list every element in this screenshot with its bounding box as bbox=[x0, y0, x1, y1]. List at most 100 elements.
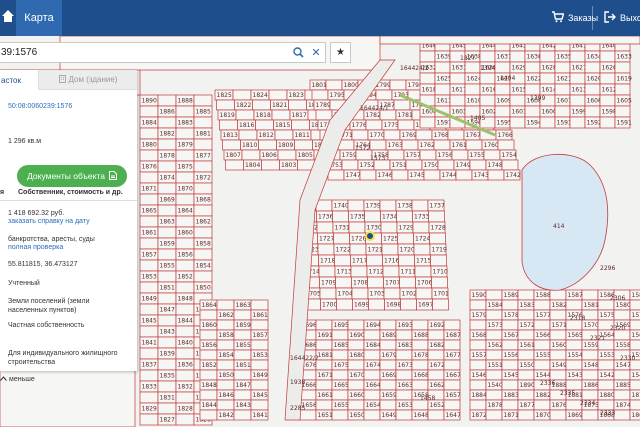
parcel[interactable] bbox=[175, 281, 195, 294]
parcel[interactable] bbox=[432, 298, 449, 311]
parcel[interactable] bbox=[233, 329, 252, 341]
parcel[interactable] bbox=[157, 336, 177, 349]
parcel[interactable] bbox=[581, 369, 599, 381]
parcel[interactable] bbox=[331, 329, 349, 341]
parcel[interactable] bbox=[216, 99, 235, 111]
parcel[interactable] bbox=[524, 61, 541, 74]
parcel[interactable] bbox=[395, 389, 413, 401]
parcel[interactable] bbox=[613, 389, 631, 401]
cadastral-number[interactable]: 50:08:0060239:1576 bbox=[8, 102, 72, 111]
parcel[interactable] bbox=[629, 379, 640, 391]
parcel[interactable] bbox=[397, 232, 414, 245]
parcel[interactable] bbox=[389, 79, 407, 91]
parcel[interactable] bbox=[485, 369, 503, 381]
parcel[interactable] bbox=[494, 105, 511, 118]
parcel[interactable] bbox=[565, 339, 583, 351]
parcel[interactable] bbox=[347, 339, 365, 351]
parcel[interactable] bbox=[193, 160, 213, 173]
parcel[interactable] bbox=[395, 329, 413, 341]
parcel[interactable] bbox=[347, 379, 365, 391]
parcel[interactable] bbox=[613, 409, 631, 421]
parcel[interactable] bbox=[349, 243, 367, 256]
parcel[interactable] bbox=[271, 109, 291, 121]
parcel[interactable] bbox=[332, 210, 349, 223]
parcel[interactable] bbox=[350, 265, 368, 278]
parcel[interactable] bbox=[250, 399, 269, 411]
parcel[interactable] bbox=[365, 119, 383, 131]
parcel[interactable] bbox=[250, 339, 269, 351]
parcel[interactable] bbox=[199, 409, 218, 421]
parcel[interactable] bbox=[157, 116, 177, 129]
parcel[interactable] bbox=[533, 339, 551, 351]
parcel[interactable] bbox=[549, 329, 567, 341]
parcel[interactable] bbox=[315, 109, 333, 121]
parcel[interactable] bbox=[549, 409, 567, 421]
parcel[interactable] bbox=[443, 319, 461, 331]
parcel[interactable] bbox=[157, 138, 177, 151]
parcel[interactable] bbox=[175, 193, 195, 206]
parcel[interactable] bbox=[614, 83, 631, 96]
parcel[interactable] bbox=[363, 409, 381, 421]
parcel[interactable] bbox=[509, 50, 526, 63]
parcel[interactable] bbox=[318, 265, 336, 278]
parcel[interactable] bbox=[584, 61, 601, 74]
parcel[interactable] bbox=[485, 309, 503, 321]
selected-parcel-marker[interactable] bbox=[365, 231, 375, 241]
parcel[interactable] bbox=[469, 299, 487, 311]
parcel[interactable] bbox=[517, 369, 535, 381]
parcel[interactable] bbox=[517, 409, 535, 421]
parcel[interactable] bbox=[581, 289, 599, 301]
parcel[interactable] bbox=[291, 119, 310, 131]
parcel[interactable] bbox=[235, 109, 255, 121]
parcel[interactable] bbox=[599, 116, 616, 129]
full-check-link[interactable]: полная проверка bbox=[8, 243, 63, 252]
parcel[interactable] bbox=[419, 50, 436, 63]
home-button[interactable] bbox=[0, 0, 16, 36]
parcel[interactable] bbox=[363, 329, 381, 341]
parcel[interactable] bbox=[216, 299, 235, 311]
parcel[interactable] bbox=[569, 94, 586, 107]
parcel[interactable] bbox=[411, 319, 429, 331]
search-icon[interactable] bbox=[289, 44, 307, 62]
parcel[interactable] bbox=[501, 159, 519, 171]
parcel[interactable] bbox=[379, 399, 397, 411]
parcel[interactable] bbox=[250, 379, 269, 391]
parcel[interactable] bbox=[366, 254, 383, 267]
parcel[interactable] bbox=[199, 309, 218, 321]
parcel[interactable] bbox=[629, 319, 640, 331]
parcel[interactable] bbox=[614, 105, 631, 118]
tab-parcel[interactable]: асток bbox=[0, 70, 38, 90]
parcel[interactable] bbox=[469, 339, 487, 351]
parcel[interactable] bbox=[465, 139, 483, 151]
parcel[interactable] bbox=[139, 193, 159, 206]
parcel[interactable] bbox=[331, 409, 349, 421]
parcel[interactable] bbox=[238, 129, 258, 141]
parcel[interactable] bbox=[387, 149, 405, 161]
parcel[interactable] bbox=[501, 319, 519, 331]
parcel[interactable] bbox=[485, 409, 503, 421]
parcel[interactable] bbox=[315, 379, 333, 391]
parcel[interactable] bbox=[139, 413, 159, 426]
parcel[interactable] bbox=[549, 289, 567, 301]
parcel[interactable] bbox=[139, 127, 159, 140]
parcel[interactable] bbox=[319, 287, 337, 300]
parcel[interactable] bbox=[367, 276, 384, 289]
parcel[interactable] bbox=[294, 139, 313, 151]
parcel[interactable] bbox=[395, 369, 413, 381]
parcel[interactable] bbox=[599, 50, 616, 63]
parcel[interactable] bbox=[629, 399, 640, 411]
parcel[interactable] bbox=[277, 149, 297, 161]
parcel[interactable] bbox=[469, 399, 487, 411]
parcel[interactable] bbox=[565, 359, 583, 371]
parcel[interactable] bbox=[139, 215, 159, 228]
parcel[interactable] bbox=[193, 182, 213, 195]
parcel[interactable] bbox=[222, 139, 241, 151]
parcel[interactable] bbox=[449, 94, 466, 107]
parcel[interactable] bbox=[199, 349, 218, 361]
parcel[interactable] bbox=[501, 379, 519, 391]
parcel[interactable] bbox=[139, 303, 159, 316]
parcel[interactable] bbox=[383, 287, 401, 300]
parcel[interactable] bbox=[157, 94, 177, 107]
parcel[interactable] bbox=[411, 339, 429, 351]
parcel[interactable] bbox=[447, 129, 465, 141]
